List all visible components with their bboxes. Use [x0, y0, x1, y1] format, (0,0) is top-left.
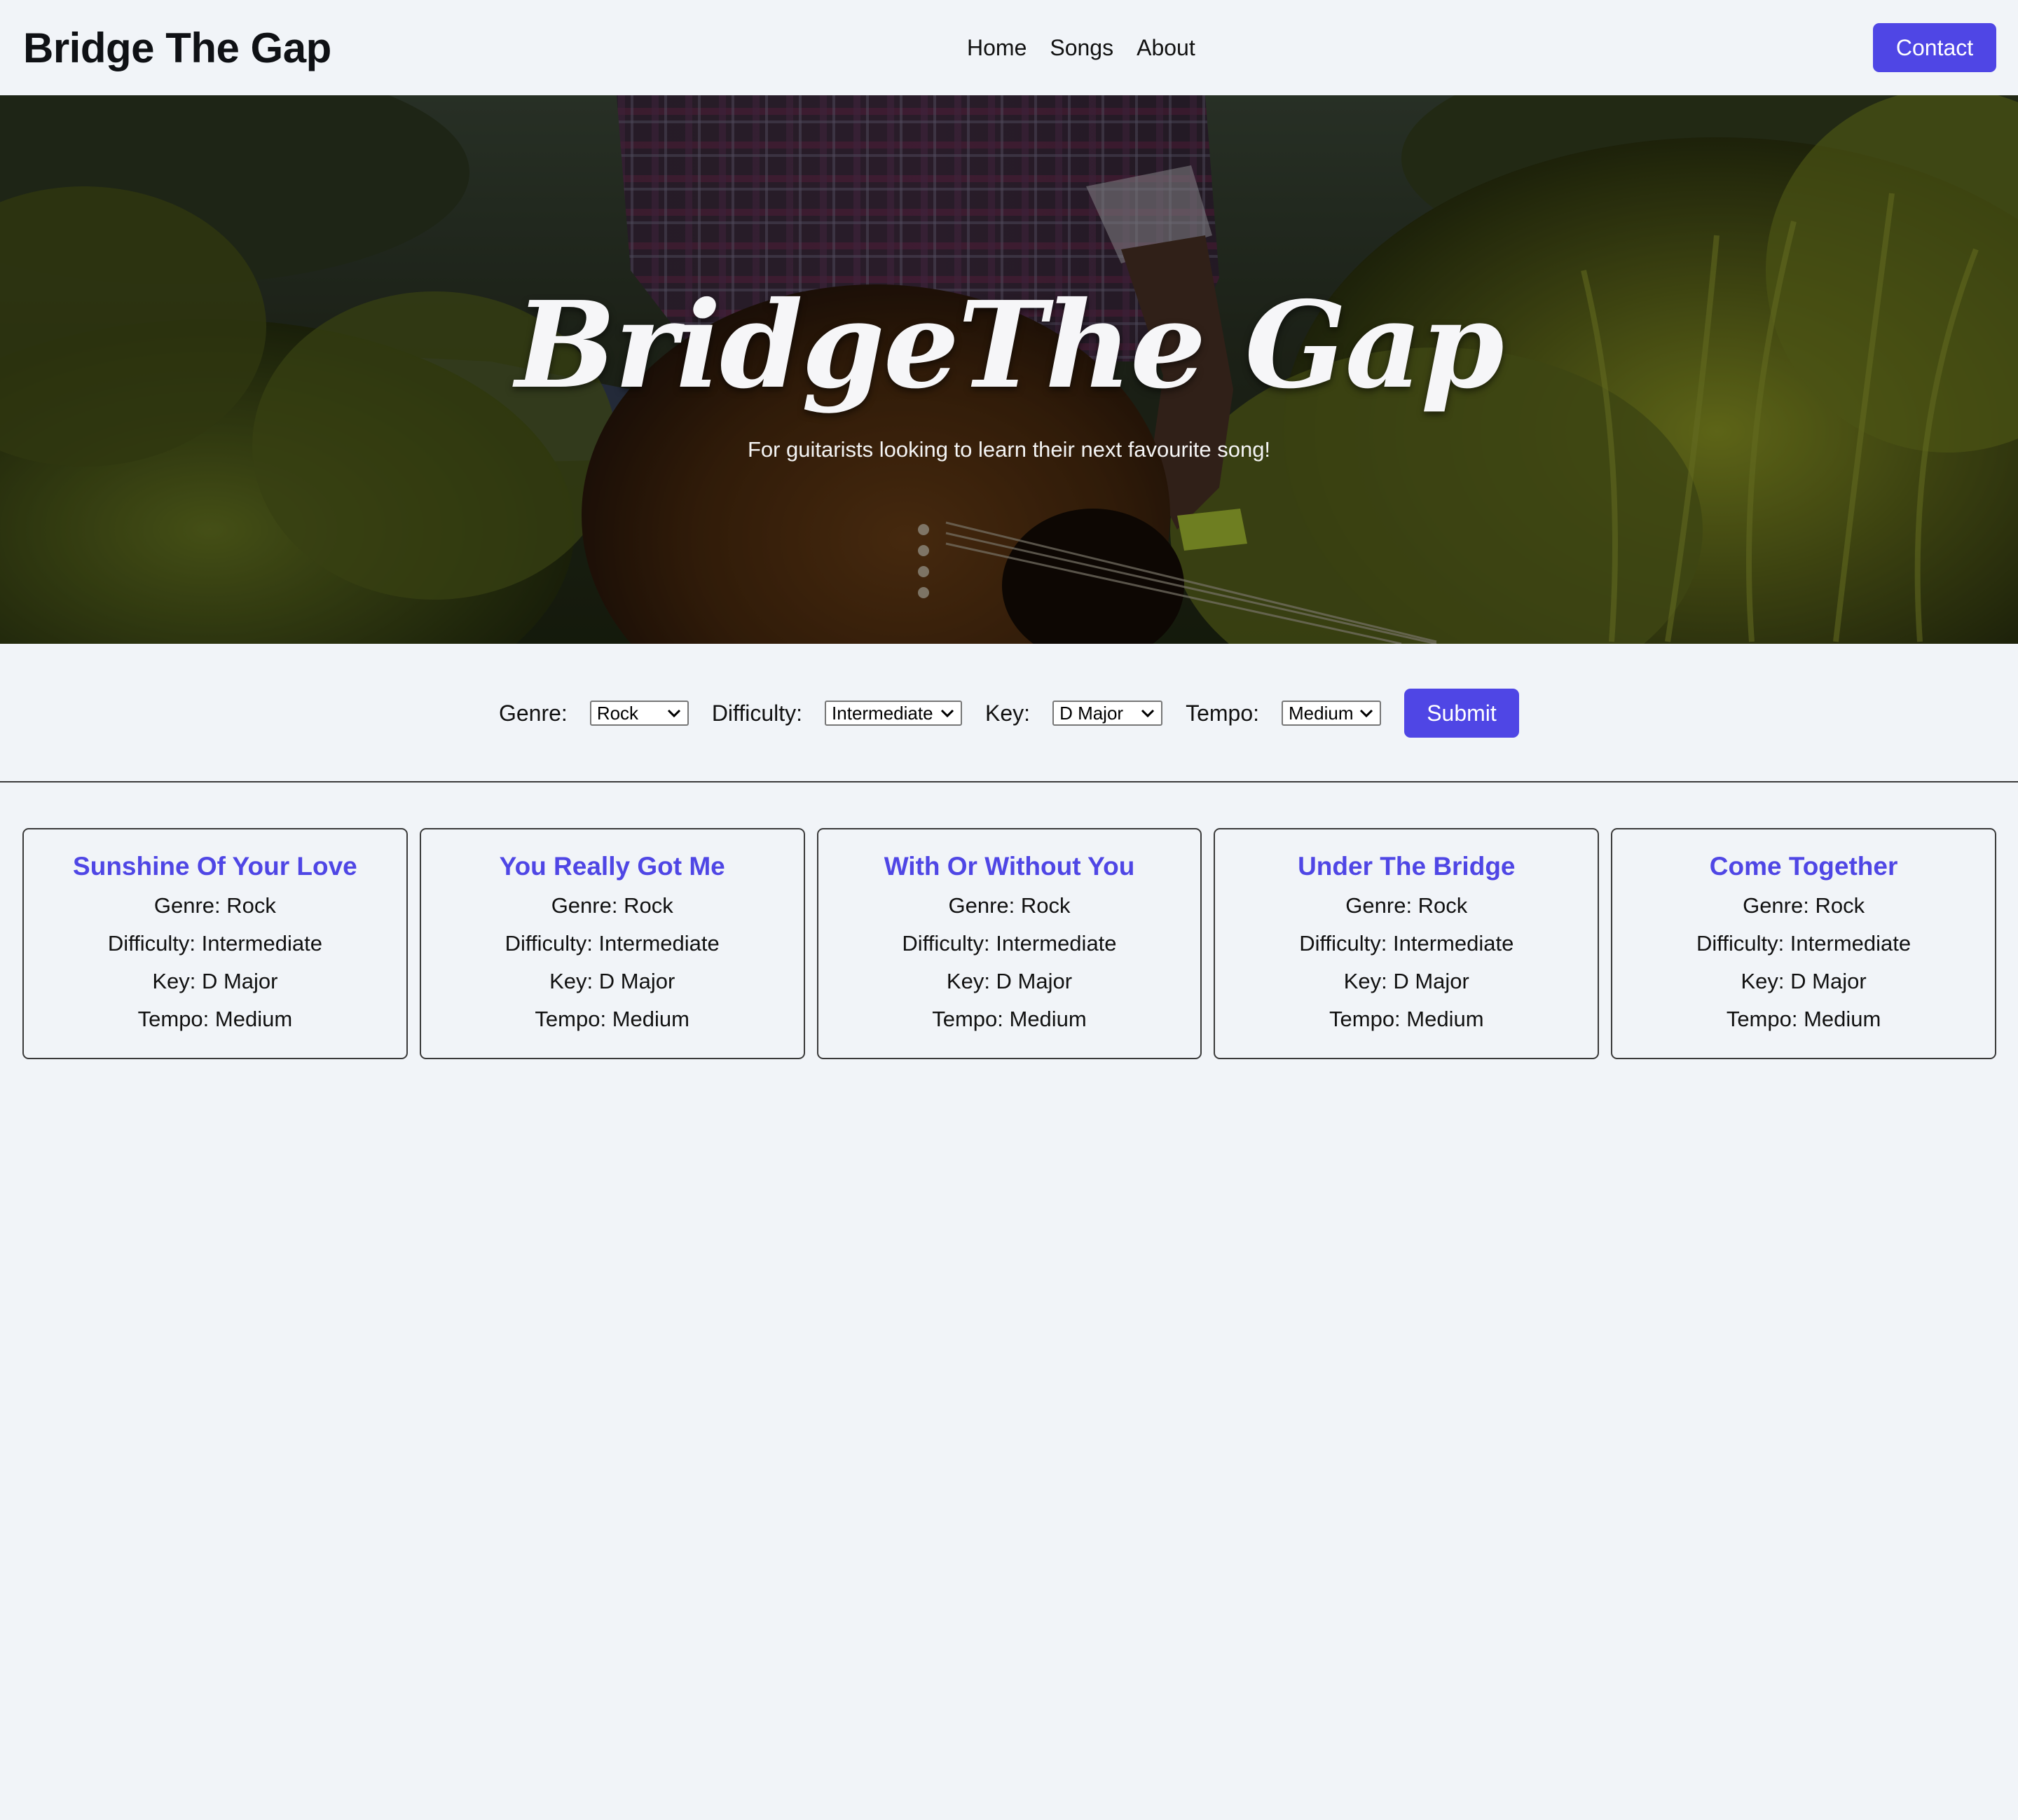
song-card[interactable]: You Really Got Me Genre: Rock Difficulty… — [419, 828, 805, 1059]
song-card[interactable]: With Or Without You Genre: Rock Difficul… — [816, 828, 1202, 1059]
genre-select[interactable]: Rock — [589, 701, 689, 726]
song-key: Key: D Major — [1741, 969, 1867, 993]
song-key: Key: D Major — [152, 969, 278, 993]
song-tempo: Tempo: Medium — [137, 1007, 293, 1031]
nav-link-about[interactable]: About — [1137, 31, 1195, 64]
song-difficulty: Difficulty: Intermediate — [1299, 931, 1514, 956]
song-title[interactable]: With Or Without You — [818, 850, 1201, 883]
song-filter-form: Genre: Rock Difficulty: Intermediate Key… — [0, 689, 2018, 738]
song-card-list: Sunshine Of Your Love Genre: Rock Diffic… — [22, 828, 1996, 1059]
chevron-down-icon — [940, 709, 954, 718]
song-card[interactable]: Under The Bridge Genre: Rock Difficulty:… — [1214, 828, 1600, 1059]
tempo-select[interactable]: Medium — [1282, 701, 1381, 726]
song-genre: Genre: Rock — [551, 893, 673, 918]
nav-link-home[interactable]: Home — [967, 31, 1027, 64]
genre-select-value: Rock — [596, 703, 639, 724]
hero-banner: BridgeThe Gap For guitarists looking to … — [0, 95, 2018, 644]
tempo-label: Tempo: — [1186, 701, 1259, 726]
song-title[interactable]: You Really Got Me — [421, 850, 804, 883]
song-card[interactable]: Come Together Genre: Rock Difficulty: In… — [1611, 828, 1996, 1059]
key-select[interactable]: D Major — [1052, 701, 1163, 726]
song-difficulty: Difficulty: Intermediate — [107, 931, 322, 956]
main-nav: Home Songs About — [967, 31, 1195, 64]
tempo-select-value: Medium — [1289, 703, 1354, 724]
song-title[interactable]: Come Together — [1612, 850, 1995, 883]
submit-button[interactable]: Submit — [1404, 689, 1519, 738]
song-difficulty: Difficulty: Intermediate — [504, 931, 720, 956]
key-select-value: D Major — [1059, 703, 1124, 724]
chevron-down-icon — [1141, 709, 1155, 718]
difficulty-label: Difficulty: — [711, 701, 803, 726]
difficulty-select-value: Intermediate — [832, 703, 933, 724]
genre-label: Genre: — [498, 701, 568, 726]
contact-button[interactable]: Contact — [1873, 23, 1996, 72]
song-tempo: Tempo: Medium — [1726, 1007, 1881, 1031]
chevron-down-icon — [667, 709, 680, 718]
song-tempo: Tempo: Medium — [1329, 1007, 1484, 1031]
song-genre: Genre: Rock — [1345, 893, 1468, 918]
song-card[interactable]: Sunshine Of Your Love Genre: Rock Diffic… — [22, 828, 408, 1059]
song-title[interactable]: Under The Bridge — [1215, 850, 1598, 883]
song-difficulty: Difficulty: Intermediate — [1696, 931, 1911, 956]
song-genre: Genre: Rock — [1743, 893, 1865, 918]
song-key: Key: D Major — [946, 969, 1073, 993]
section-divider — [0, 781, 2018, 783]
song-genre: Genre: Rock — [948, 893, 1071, 918]
nav-link-songs[interactable]: Songs — [1050, 31, 1113, 64]
song-key: Key: D Major — [1343, 969, 1469, 993]
difficulty-select[interactable]: Intermediate — [825, 701, 963, 726]
hero-subtitle: For guitarists looking to learn their ne… — [747, 437, 1271, 462]
song-difficulty: Difficulty: Intermediate — [902, 931, 1117, 956]
song-tempo: Tempo: Medium — [535, 1007, 689, 1031]
chevron-down-icon — [1359, 709, 1373, 718]
brand-logo[interactable]: Bridge The Gap — [23, 24, 331, 73]
key-label: Key: — [985, 701, 1031, 726]
site-header: Bridge The Gap Home Songs About Contact — [0, 0, 2018, 95]
hero-title: BridgeThe Gap — [515, 275, 1504, 415]
song-genre: Genre: Rock — [153, 893, 276, 918]
song-title[interactable]: Sunshine Of Your Love — [24, 850, 406, 883]
song-tempo: Tempo: Medium — [932, 1007, 1087, 1031]
song-key: Key: D Major — [549, 969, 675, 993]
